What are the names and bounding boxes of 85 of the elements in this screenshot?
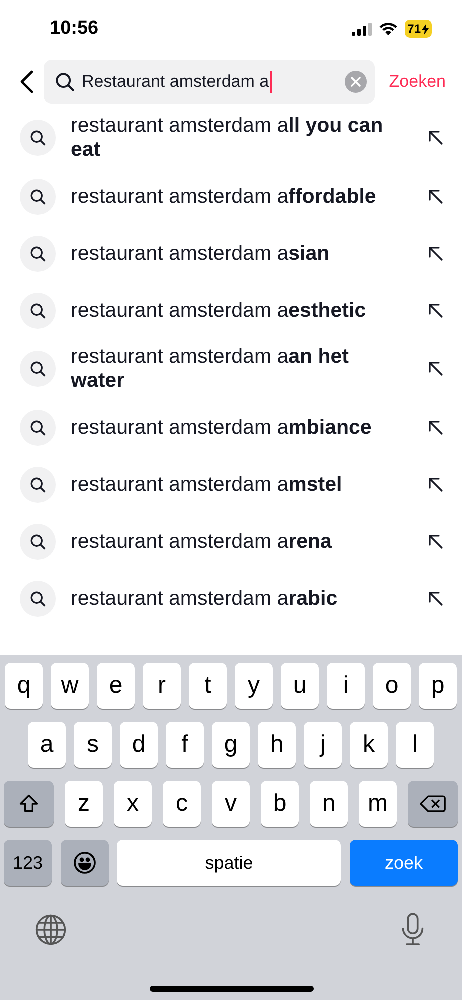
letter-key[interactable]: z	[65, 781, 103, 827]
signal-icon	[352, 22, 372, 36]
search-icon	[29, 590, 47, 608]
suggestion-item[interactable]: restaurant amsterdam affordable	[0, 168, 462, 225]
search-key[interactable]: zoek	[350, 840, 458, 886]
search-query: Restaurant amsterdam a	[82, 72, 270, 92]
space-key[interactable]: spatie	[117, 840, 342, 886]
numbers-key[interactable]: 123	[4, 840, 52, 886]
letter-key[interactable]: s	[74, 722, 112, 768]
suggestion-text: restaurant amsterdam all you can eat	[71, 114, 384, 162]
letter-key[interactable]: n	[310, 781, 348, 827]
suggestion-item[interactable]: restaurant amsterdam ambiance	[0, 399, 462, 456]
microphone-icon[interactable]	[400, 913, 426, 947]
letter-key[interactable]: l	[396, 722, 434, 768]
letter-key[interactable]: j	[304, 722, 342, 768]
letter-key[interactable]: c	[163, 781, 201, 827]
emoji-icon	[72, 851, 97, 875]
letter-key[interactable]: a	[28, 722, 66, 768]
suggestion-text: restaurant amsterdam arabic	[71, 586, 339, 610]
suggestion-text: restaurant amsterdam affordable	[71, 184, 378, 208]
fill-in-arrow-icon[interactable]	[428, 361, 444, 377]
shift-icon	[18, 793, 40, 815]
search-button[interactable]: Zoeken	[385, 72, 450, 92]
letter-key[interactable]: v	[212, 781, 250, 827]
search-icon	[29, 244, 47, 262]
fill-in-arrow-icon[interactable]	[428, 188, 444, 204]
letter-key[interactable]: x	[114, 781, 152, 827]
charging-icon	[422, 24, 429, 34]
letter-key[interactable]: b	[261, 781, 299, 827]
letter-key[interactable]: f	[166, 722, 204, 768]
clock-time: 10:56	[50, 18, 99, 40]
suggestion-item[interactable]: restaurant amsterdam arabic	[0, 570, 462, 627]
suggestion-item[interactable]: restaurant amsterdam arena	[0, 513, 462, 570]
letter-key[interactable]: g	[212, 722, 250, 768]
suggestion-item[interactable]: restaurant amsterdam aesthetic	[0, 282, 462, 339]
search-icon	[29, 360, 47, 378]
letter-key[interactable]: y	[235, 663, 273, 709]
suggestion-item[interactable]: restaurant amsterdam amstel	[0, 456, 462, 513]
globe-icon[interactable]	[34, 913, 68, 947]
search-icon	[29, 129, 47, 147]
fill-in-arrow-icon[interactable]	[428, 130, 444, 146]
letter-key[interactable]: h	[258, 722, 296, 768]
letter-key[interactable]: d	[120, 722, 158, 768]
text-cursor	[270, 71, 272, 93]
wifi-icon	[378, 22, 398, 36]
letter-key[interactable]: t	[189, 663, 227, 709]
fill-in-arrow-icon[interactable]	[428, 420, 444, 436]
search-icon	[29, 418, 47, 436]
suggestion-text: restaurant amsterdam aan het water	[71, 345, 350, 393]
backspace-key[interactable]	[408, 781, 458, 827]
fill-in-arrow-icon[interactable]	[428, 534, 444, 550]
letter-key[interactable]: p	[419, 663, 457, 709]
letter-key[interactable]: e	[97, 663, 135, 709]
suggestion-text: restaurant amsterdam amstel	[71, 472, 344, 496]
letter-key[interactable]: k	[350, 722, 388, 768]
suggestion-text: restaurant amsterdam asian	[71, 242, 331, 266]
suggestion-text: restaurant amsterdam ambiance	[71, 416, 373, 440]
emoji-key[interactable]	[60, 840, 109, 886]
letter-key[interactable]: m	[359, 781, 397, 827]
fill-in-arrow-icon[interactable]	[428, 302, 444, 318]
letter-key[interactable]: u	[281, 663, 319, 709]
shift-key[interactable]	[4, 781, 54, 827]
search-icon	[29, 476, 47, 494]
suggestion-item[interactable]: restaurant amsterdam asian	[0, 225, 462, 282]
suggestion-text: restaurant amsterdam aesthetic	[71, 298, 368, 322]
letter-key[interactable]: q	[5, 663, 43, 709]
close-icon	[351, 77, 362, 87]
letter-key[interactable]: o	[373, 663, 411, 709]
search-icon	[29, 302, 47, 320]
suggestion-item[interactable]: restaurant amsterdam aan het water	[0, 339, 462, 399]
letter-key[interactable]: w	[51, 663, 89, 709]
letter-key[interactable]: r	[143, 663, 181, 709]
suggestion-text: restaurant amsterdam arena	[71, 530, 333, 554]
backspace-icon	[420, 794, 446, 814]
search-field[interactable]: Restaurant amsterdam a	[44, 60, 376, 104]
fill-in-arrow-icon[interactable]	[428, 246, 444, 262]
fill-in-arrow-icon[interactable]	[428, 476, 444, 492]
fill-in-arrow-icon[interactable]	[428, 590, 444, 606]
suggestion-item[interactable]: restaurant amsterdam all you can eat	[0, 108, 462, 168]
search-icon	[54, 71, 76, 93]
back-icon[interactable]	[20, 70, 34, 94]
search-icon	[29, 188, 47, 206]
search-icon	[29, 532, 47, 550]
letter-key[interactable]: i	[327, 663, 365, 709]
battery-level: 71	[404, 20, 432, 38]
